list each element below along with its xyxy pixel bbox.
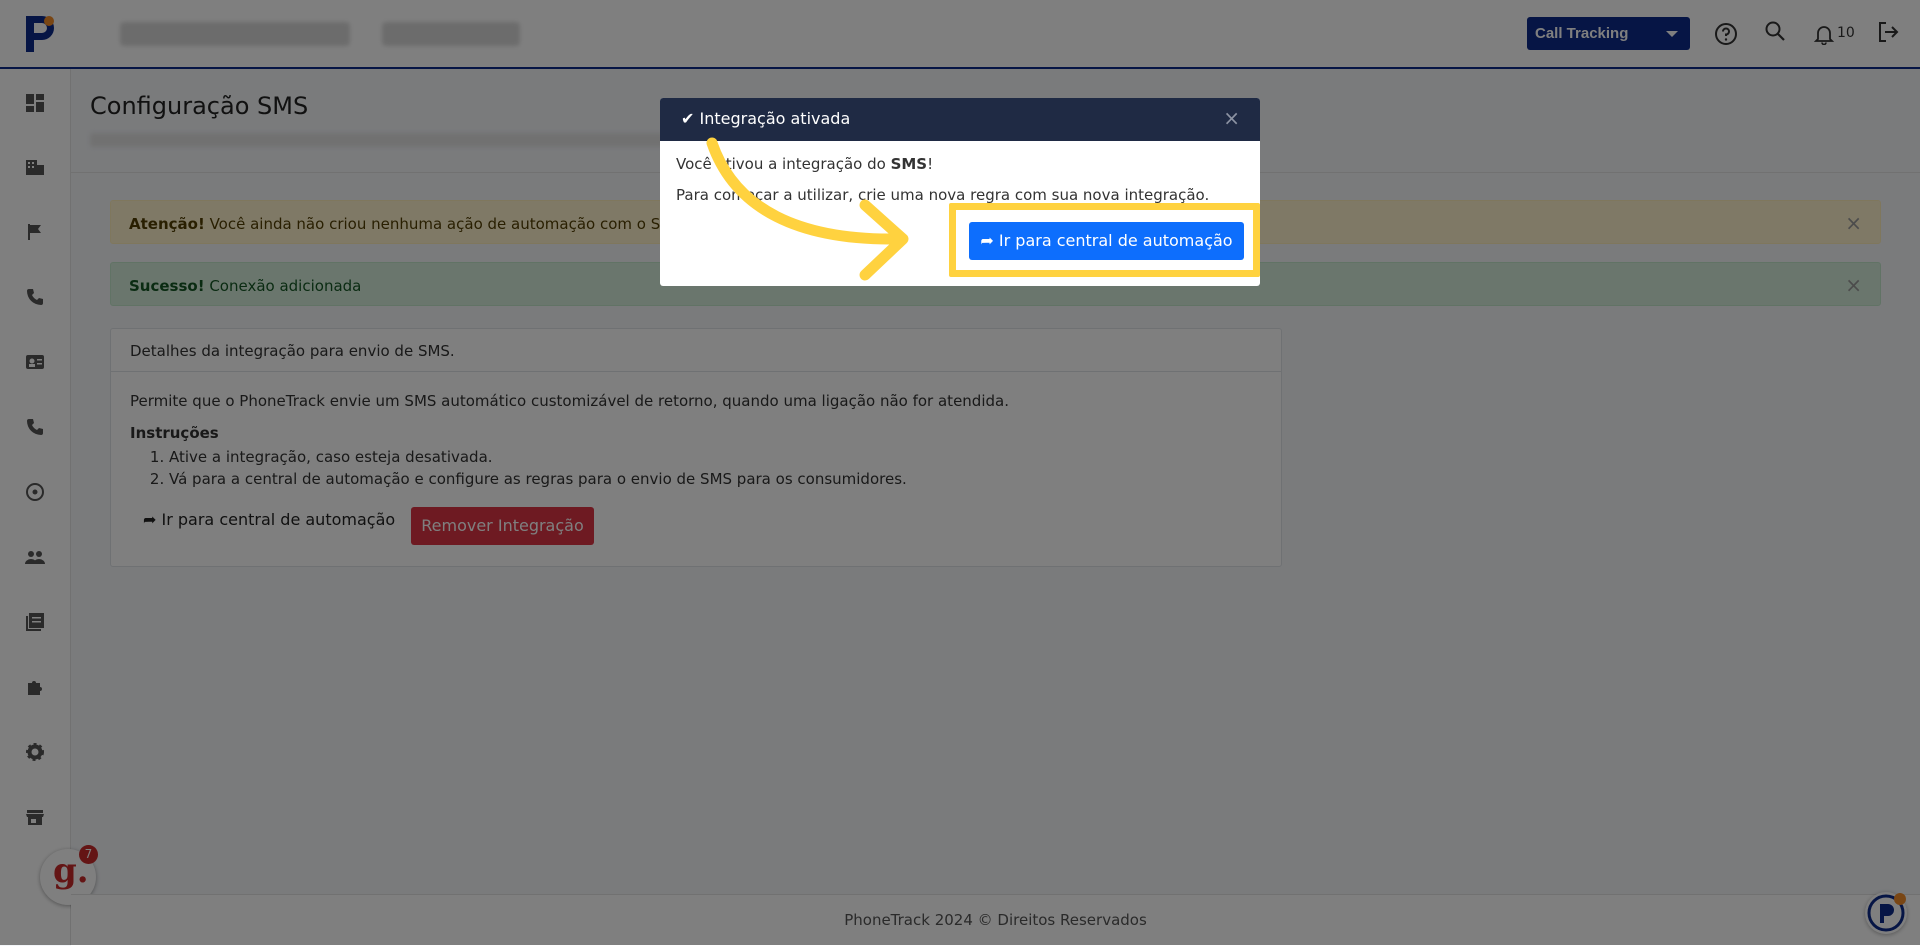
- tutorial-highlight: [949, 203, 1260, 277]
- close-icon[interactable]: ×: [1223, 106, 1240, 130]
- tutorial-arrow-icon: [706, 137, 909, 281]
- modal-title: Integração ativada: [699, 109, 851, 128]
- check-icon: ✔: [681, 109, 695, 128]
